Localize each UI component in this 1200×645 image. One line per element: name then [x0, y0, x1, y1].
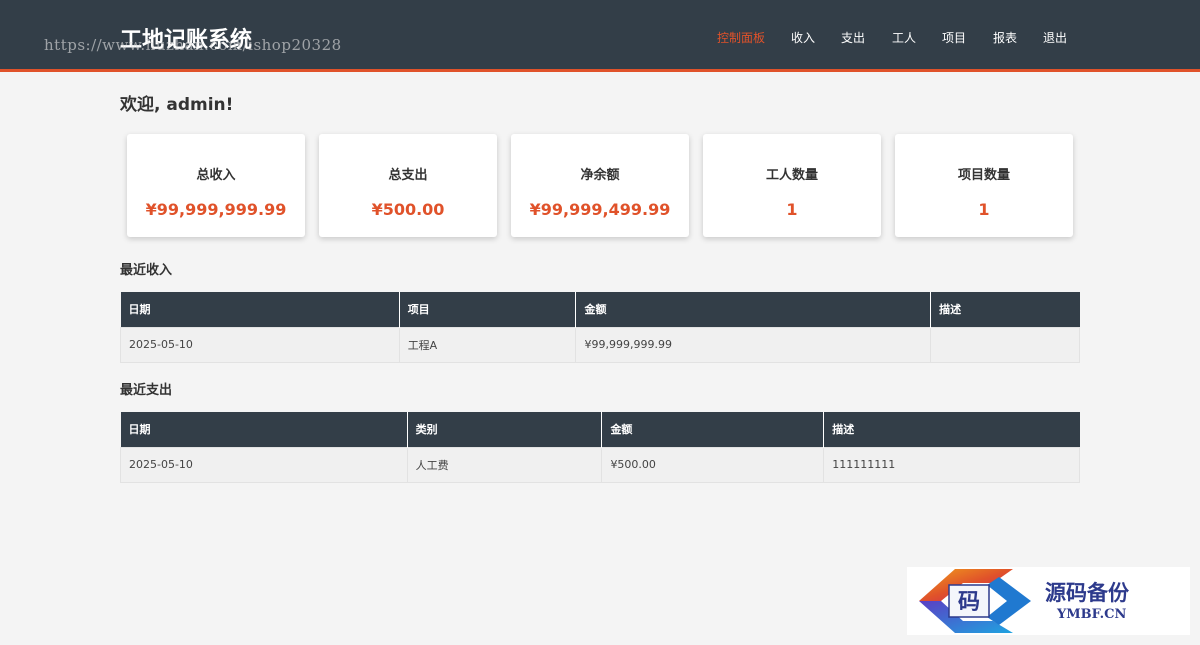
column-header-date: 日期 [120, 292, 400, 327]
logo-glyph: 码 [958, 589, 980, 615]
recent-expense-table: 日期 类别 金额 描述 2025-05-10 人工费 ¥500.00 11111… [120, 412, 1080, 483]
cell-description: 111111111 [823, 446, 1080, 483]
cell-category: 人工费 [406, 446, 603, 483]
cell-project: 工程A [398, 326, 577, 363]
cell-description [930, 326, 1080, 363]
main-nav: 控制面板 收入 支出 工人 项目 报表 退出 [0, 29, 1200, 49]
column-header-description: 描述 [823, 412, 1080, 447]
table-header-row: 日期 项目 金额 描述 [120, 292, 1080, 327]
stat-card-project-count: 项目数量 1 [895, 134, 1073, 237]
stat-value: ¥500.00 [371, 200, 445, 219]
recent-income-title: 最近收入 [120, 263, 173, 278]
stat-label: 总收入 [196, 168, 236, 183]
column-header-category: 类别 [407, 412, 603, 447]
nav-reports[interactable]: 报表 [993, 29, 1017, 46]
stat-value: 1 [786, 200, 798, 219]
cell-amount: ¥500.00 [601, 446, 825, 483]
logo-domain: YMBF.CN [1057, 607, 1127, 622]
nav-workers[interactable]: 工人 [892, 29, 916, 46]
stat-card-total-income: 总收入 ¥99,999,999.99 [127, 134, 305, 237]
stat-card-net-balance: 净余额 ¥99,999,499.99 [511, 134, 689, 237]
stat-card-total-expense: 总支出 ¥500.00 [319, 134, 497, 237]
logo-name: 源码备份 [1045, 580, 1129, 605]
welcome-heading: 欢迎, admin! [120, 95, 234, 115]
stat-label: 净余额 [580, 168, 620, 183]
top-navbar: 工地记账系统 https://www.huzhan.com/ishop20328… [0, 0, 1200, 72]
nav-logout[interactable]: 退出 [1043, 29, 1067, 46]
stat-value: 1 [978, 200, 990, 219]
recent-expense-title: 最近支出 [120, 383, 173, 398]
stat-label: 项目数量 [957, 168, 1010, 183]
stat-value: ¥99,999,999.99 [145, 200, 287, 219]
stat-card-worker-count: 工人数量 1 [703, 134, 881, 237]
cell-date: 2025-05-10 [120, 446, 408, 483]
table-header-row: 日期 类别 金额 描述 [120, 412, 1080, 447]
cell-amount: ¥99,999,999.99 [575, 326, 932, 363]
column-header-amount: 金额 [601, 412, 825, 447]
column-header-date: 日期 [120, 412, 408, 447]
recent-income-table: 日期 项目 金额 描述 2025-05-10 工程A ¥99,999,999.9… [120, 292, 1080, 363]
column-header-project: 项目 [399, 292, 577, 327]
table-row: 2025-05-10 人工费 ¥500.00 111111111 [120, 446, 1080, 483]
nav-dashboard[interactable]: 控制面板 [717, 29, 765, 46]
stat-value: ¥99,999,499.99 [529, 200, 671, 219]
cell-date: 2025-05-10 [120, 326, 400, 363]
table-row: 2025-05-10 工程A ¥99,999,999.99 [120, 326, 1080, 363]
nav-expense[interactable]: 支出 [841, 29, 865, 46]
column-header-description: 描述 [930, 292, 1080, 327]
logo-emblem-icon: 码 [919, 569, 1031, 633]
nav-income[interactable]: 收入 [791, 29, 815, 46]
stat-label: 总支出 [388, 168, 428, 183]
column-header-amount: 金额 [575, 292, 932, 327]
stat-label: 工人数量 [765, 168, 818, 183]
nav-projects[interactable]: 项目 [942, 29, 966, 46]
watermark-logo: 码 源码备份 YMBF.CN [907, 567, 1190, 635]
